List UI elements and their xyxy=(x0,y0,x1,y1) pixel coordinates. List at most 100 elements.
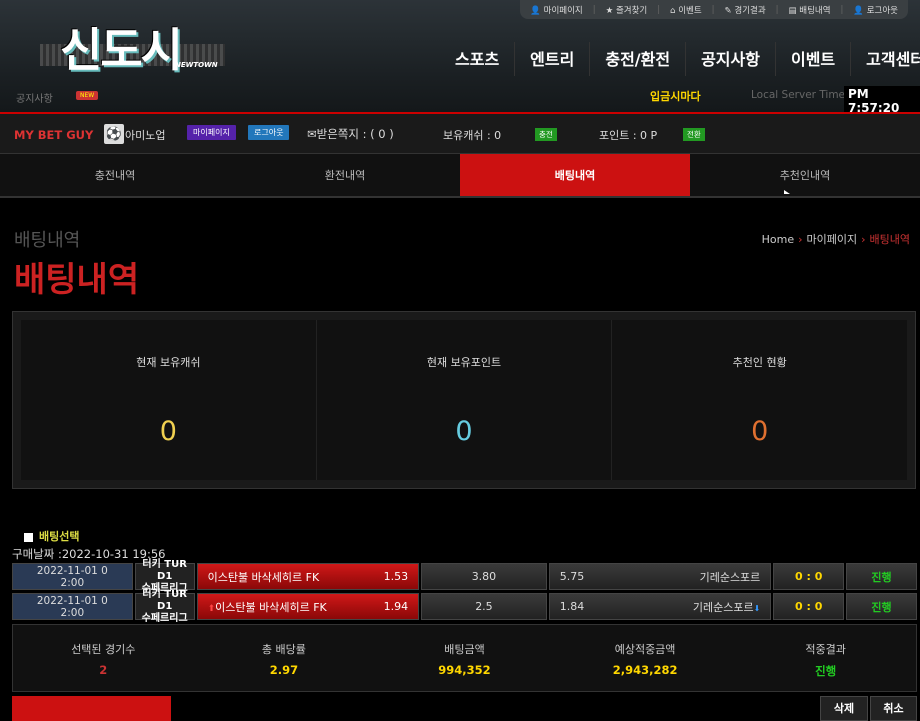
divider: | xyxy=(775,4,779,15)
toplink-event[interactable]: ⌂ 이벤트 xyxy=(670,4,702,16)
breadcrumb-home[interactable]: Home xyxy=(762,233,794,246)
progress-bar xyxy=(12,696,171,721)
draw-odds-cell[interactable]: 3.80 xyxy=(421,563,547,590)
stat-value: 0 xyxy=(159,416,177,447)
league: 터키 TUR D1 수페르리그 xyxy=(134,559,195,594)
home-odds: 1.94 xyxy=(383,600,409,613)
under-arrow-icon: ⬇ xyxy=(753,603,761,613)
toplink-favorites[interactable]: ★ 즐겨찾기 xyxy=(606,4,648,16)
match-date: 2022-11-01 0 2:00 xyxy=(12,563,133,590)
arrow-up-icon: ⬆ xyxy=(207,603,216,614)
home-odds-cell[interactable]: 이스탄불 바삭세히르 FK 1.53 xyxy=(196,563,420,590)
stat-value: 0 xyxy=(455,416,473,447)
avatar: ⚽ xyxy=(104,124,124,144)
breadcrumb-current: 배팅내역 xyxy=(869,233,910,246)
chevron-right-icon: › xyxy=(798,233,803,246)
breadcrumb-mypage[interactable]: 마이페이지 xyxy=(807,233,858,246)
toplink-bethistory[interactable]: ▤ 배팅내역 xyxy=(789,4,831,16)
away-odds: 5.75 xyxy=(559,570,585,583)
summary-result: 적중결과 진행 xyxy=(805,643,846,678)
tab-bet-history[interactable]: 배팅내역 xyxy=(460,154,690,196)
draw-odds: 2.5 xyxy=(475,600,493,613)
divider: | xyxy=(657,4,661,15)
tab-charge-history[interactable]: 충전내역 xyxy=(0,154,230,196)
divider: | xyxy=(592,4,596,15)
nav-charge-exchange[interactable]: 충전/환전 xyxy=(589,42,685,76)
stat-label: 현재 보유캐쉬 xyxy=(136,356,201,369)
charge-button[interactable]: 충전 xyxy=(535,128,557,141)
toplink-logout[interactable]: 👤 로그아웃 xyxy=(853,4,898,16)
notice-label[interactable]: 공지사항 xyxy=(16,90,53,105)
bet-row: 2022-11-01 0 2:00 터키 TUR D1 수페르리그 이스탄불 바삭세… xyxy=(12,559,917,594)
stat-label: 추천인 현황 xyxy=(732,356,787,369)
delete-button[interactable]: 삭제 xyxy=(820,696,868,721)
server-time-label: Local Server Time xyxy=(751,89,846,101)
away-odds: 1.84 xyxy=(559,600,585,613)
notice-ticker: 입금시마다 xyxy=(650,90,701,103)
main-nav: 스포츠 엔트리 충전/환전 공지사항 이벤트 고객센터 xyxy=(440,42,920,76)
nav-notice[interactable]: 공지사항 xyxy=(685,42,775,76)
site-logo[interactable]: 신도시 NEWTOWN xyxy=(40,14,225,77)
draw-odds-cell[interactable]: 2.5 xyxy=(421,593,547,620)
balance-stats: 현재 보유캐쉬 0 현재 보유포인트 0 추천인 현황 0 xyxy=(12,311,916,489)
away-team: 기레순스포르 xyxy=(699,570,761,584)
chevron-right-icon: › xyxy=(861,233,866,246)
home-team: ⬆이스탄불 바삭세히르 FK xyxy=(207,600,327,614)
toplink-results[interactable]: ✎ 경기결과 xyxy=(725,4,766,16)
brand-label: MY BET GUY xyxy=(14,128,94,142)
nav-sports[interactable]: 스포츠 xyxy=(440,42,514,76)
draw-odds: 3.80 xyxy=(471,570,497,583)
history-tabs: 충전내역 환전내역 배팅내역 추천인내역 xyxy=(0,154,920,198)
bet-row: 2022-11-01 0 2:00 터키 TUR D1 수페르리그 ⬆이스탄불 바삭… xyxy=(12,589,917,624)
username: 아미노업 xyxy=(125,129,166,142)
header: 👤 마이페이지 | ★ 즐겨찾기 | ⌂ 이벤트 | ✎ 경기결과 | ▤ 배팅… xyxy=(0,0,920,116)
mypage-button[interactable]: 마이페이지 xyxy=(187,125,236,140)
toplink-mypage[interactable]: 👤 마이페이지 xyxy=(530,4,582,16)
away-odds-cell[interactable]: 1.84 기레순스포르⬇ xyxy=(548,593,772,620)
stat-label: 현재 보유포인트 xyxy=(426,356,502,369)
tab-exchange-history[interactable]: 환전내역 xyxy=(230,154,460,196)
cancel-button[interactable]: 취소 xyxy=(870,696,917,721)
mouse-cursor-icon xyxy=(784,190,790,194)
message-icon: ✉ xyxy=(307,127,317,141)
stat-points: 현재 보유포인트 0 xyxy=(315,320,612,480)
nav-event[interactable]: 이벤트 xyxy=(774,42,850,76)
nav-entry[interactable]: 엔트리 xyxy=(514,42,589,76)
score: 0 : 0 xyxy=(773,563,845,590)
match-date: 2022-11-01 0 2:00 xyxy=(12,593,133,620)
bet-select-checkbox[interactable]: 배팅선택 xyxy=(24,528,79,544)
breadcrumb: Home › 마이페이지 › 배팅내역 xyxy=(762,231,910,247)
page-title: 배팅내역 xyxy=(14,260,140,300)
stat-value: 0 xyxy=(751,416,769,447)
summary-expected-win: 예상적중금액 2,943,282 xyxy=(612,643,678,677)
divider: | xyxy=(711,4,715,15)
new-badge: NEW xyxy=(76,91,99,100)
home-team: 이스탄불 바삭세히르 FK xyxy=(207,570,320,584)
tab-referral-history[interactable]: 추천인내역 xyxy=(690,154,920,196)
top-links: 👤 마이페이지 | ★ 즐겨찾기 | ⌂ 이벤트 | ✎ 경기결과 | ▤ 배팅… xyxy=(520,0,908,19)
nav-support[interactable]: 고객센터 xyxy=(850,42,920,76)
away-odds-cell[interactable]: 5.75 기레순스포르 xyxy=(548,563,772,590)
summary-total-odds: 총 배당률 2.97 xyxy=(261,643,306,677)
logo-subtext: NEWTOWN xyxy=(175,61,218,69)
bet-summary: 선택된 경기수 2 총 배당률 2.97 배팅금액 994,352 예상적중금액 2,9… xyxy=(12,624,917,692)
logo-text: 신도시 xyxy=(60,23,183,77)
logout-button[interactable]: 로그아웃 xyxy=(248,125,290,140)
page-subtitle: 배팅내역 xyxy=(14,230,81,251)
stat-referrals: 추천인 현황 0 xyxy=(611,320,907,480)
bet-status: 진행 xyxy=(846,593,917,620)
league: 터키 TUR D1 수페르리그 xyxy=(134,589,195,624)
score: 0 : 0 xyxy=(773,593,845,620)
convert-button[interactable]: 전환 xyxy=(683,128,705,141)
summary-bet-amount: 배팅금액 994,352 xyxy=(438,643,491,677)
points-balance: 포인트 : 0 P xyxy=(599,129,658,142)
cash-balance: 보유캐쉬 : 0 xyxy=(443,129,502,142)
messages-link[interactable]: ✉받은쪽지 : ( 0 ) xyxy=(307,126,394,142)
away-team: 기레순스포르⬇ xyxy=(692,600,761,614)
home-odds: 1.53 xyxy=(383,570,409,583)
bet-status: 진행 xyxy=(846,563,917,590)
summary-game-count: 선택된 경기수 2 xyxy=(71,643,136,677)
stat-cash: 현재 보유캐쉬 0 xyxy=(21,320,316,480)
home-odds-cell[interactable]: ⬆이스탄불 바삭세히르 FK 1.94 xyxy=(196,593,420,620)
checkbox-box[interactable] xyxy=(24,532,33,542)
